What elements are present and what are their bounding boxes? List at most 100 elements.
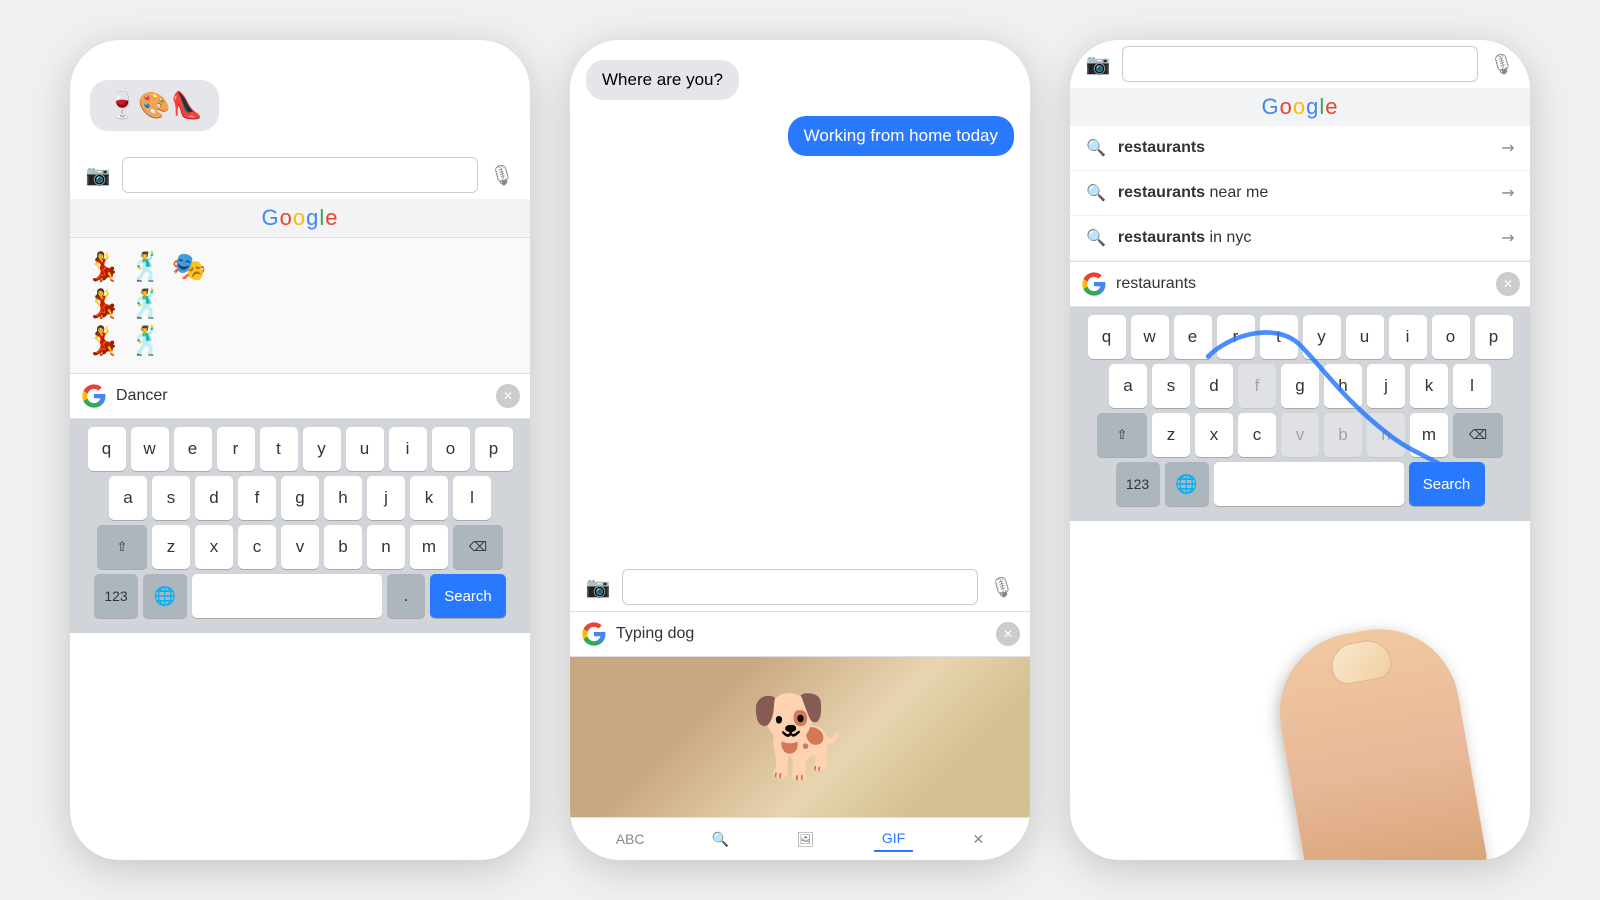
key-o[interactable]: o <box>432 427 470 471</box>
tab-gif[interactable]: GIF <box>874 826 913 852</box>
key-shift[interactable]: ⇧ <box>97 525 147 569</box>
suggestion-2[interactable]: 🔍 restaurants near me ↙ <box>1070 171 1530 216</box>
key-l[interactable]: l <box>453 476 491 520</box>
search-input-1[interactable] <box>122 157 478 193</box>
tab-search[interactable]: 🔍 <box>704 827 737 852</box>
key-v[interactable]: v <box>281 525 319 569</box>
key-j3[interactable]: j <box>1367 364 1405 408</box>
emoji-results: 💃 🕺 🎭 💃 🕺 💃 🕺 <box>70 237 530 373</box>
gif-bottom-bar: ABC 🔍 🖼 GIF ✕ <box>570 817 1030 860</box>
gif-preview: 🐕 <box>570 657 1030 817</box>
microphone-icon-3[interactable]: 🎙 <box>1486 48 1518 80</box>
key-row-a3: a s d f g h j k l <box>1074 364 1526 408</box>
key-y[interactable]: y <box>303 427 341 471</box>
key-d3[interactable]: d <box>1195 364 1233 408</box>
key-row-a: a s d f g h j k l <box>74 476 526 520</box>
tab-images[interactable]: 🖼 <box>789 827 823 852</box>
key-s3[interactable]: s <box>1152 364 1190 408</box>
search-button-3[interactable]: Search <box>1409 462 1485 506</box>
google-g-icon-3 <box>1080 270 1108 298</box>
key-h3[interactable]: h <box>1324 364 1362 408</box>
key-b3[interactable]: b <box>1324 413 1362 457</box>
key-r[interactable]: r <box>217 427 255 471</box>
microphone-icon-2[interactable]: 🎙 <box>986 571 1018 603</box>
key-i[interactable]: i <box>389 427 427 471</box>
key-t3[interactable]: t <box>1260 315 1298 359</box>
key-a3[interactable]: a <box>1109 364 1147 408</box>
key-r3[interactable]: r <box>1217 315 1255 359</box>
key-j[interactable]: j <box>367 476 405 520</box>
key-a[interactable]: a <box>109 476 147 520</box>
suggestion-3[interactable]: 🔍 restaurants in nyc ↙ <box>1070 216 1530 261</box>
key-q3[interactable]: q <box>1088 315 1126 359</box>
key-period[interactable]: . <box>387 574 425 618</box>
key-row-q: q w e r t y u i o p <box>74 427 526 471</box>
key-k3[interactable]: k <box>1410 364 1448 408</box>
key-backspace3[interactable]: ⌫ <box>1453 413 1503 457</box>
key-t[interactable]: t <box>260 427 298 471</box>
key-e[interactable]: e <box>174 427 212 471</box>
key-q[interactable]: q <box>88 427 126 471</box>
finger-nail <box>1328 637 1394 687</box>
key-globe3[interactable]: 🌐 <box>1165 462 1209 506</box>
bubble-sent: Working from home today <box>788 116 1014 156</box>
key-z[interactable]: z <box>152 525 190 569</box>
key-o3[interactable]: o <box>1432 315 1470 359</box>
key-c3[interactable]: c <box>1238 413 1276 457</box>
key-u[interactable]: u <box>346 427 384 471</box>
query-bar-2: Typing dog ✕ <box>570 611 1030 657</box>
key-l3[interactable]: l <box>1453 364 1491 408</box>
key-x[interactable]: x <box>195 525 233 569</box>
microphone-icon[interactable]: 🎙 <box>486 159 518 191</box>
key-u3[interactable]: u <box>1346 315 1384 359</box>
clear-button-3[interactable]: ✕ <box>1496 272 1520 296</box>
camera-icon-3[interactable]: 📷 <box>1082 48 1114 80</box>
key-z3[interactable]: z <box>1152 413 1190 457</box>
search-button-1[interactable]: Search <box>430 574 506 618</box>
key-backspace[interactable]: ⌫ <box>453 525 503 569</box>
key-i3[interactable]: i <box>1389 315 1427 359</box>
key-f[interactable]: f <box>238 476 276 520</box>
key-shift3[interactable]: ⇧ <box>1097 413 1147 457</box>
key-p3[interactable]: p <box>1475 315 1513 359</box>
suggestion-text-2: restaurants near me <box>1118 184 1489 202</box>
key-h[interactable]: h <box>324 476 362 520</box>
key-space3[interactable] <box>1214 462 1404 506</box>
tab-close[interactable]: ✕ <box>965 827 993 852</box>
key-n[interactable]: n <box>367 525 405 569</box>
search-input-3[interactable] <box>1122 46 1478 82</box>
key-e3[interactable]: e <box>1174 315 1212 359</box>
phone2-content: Where are you? Working from home today 📷… <box>570 40 1030 860</box>
key-k[interactable]: k <box>410 476 448 520</box>
key-d[interactable]: d <box>195 476 233 520</box>
suggestion-text-1: restaurants <box>1118 139 1489 157</box>
key-n3[interactable]: n <box>1367 413 1405 457</box>
key-y3[interactable]: y <box>1303 315 1341 359</box>
search-icon-s3: 🔍 <box>1086 228 1106 248</box>
key-123[interactable]: 123 <box>94 574 138 618</box>
key-row-z: ⇧ z x c v b n m ⌫ <box>74 525 526 569</box>
key-m[interactable]: m <box>410 525 448 569</box>
camera-icon[interactable]: 📷 <box>82 159 114 191</box>
clear-button-1[interactable]: ✕ <box>496 384 520 408</box>
tab-abc[interactable]: ABC <box>608 827 653 851</box>
search-input-2[interactable] <box>622 569 978 605</box>
key-m3[interactable]: m <box>1410 413 1448 457</box>
key-globe[interactable]: 🌐 <box>143 574 187 618</box>
camera-icon-2[interactable]: 📷 <box>582 571 614 603</box>
key-v3[interactable]: v <box>1281 413 1319 457</box>
key-w[interactable]: w <box>131 427 169 471</box>
key-f3[interactable]: f <box>1238 364 1276 408</box>
key-x3[interactable]: x <box>1195 413 1233 457</box>
key-c[interactable]: c <box>238 525 276 569</box>
key-g3[interactable]: g <box>1281 364 1319 408</box>
key-space[interactable] <box>192 574 382 618</box>
key-p[interactable]: p <box>475 427 513 471</box>
clear-button-2[interactable]: ✕ <box>996 622 1020 646</box>
suggestion-1[interactable]: 🔍 restaurants ↙ <box>1070 126 1530 171</box>
key-g[interactable]: g <box>281 476 319 520</box>
key-s[interactable]: s <box>152 476 190 520</box>
key-w3[interactable]: w <box>1131 315 1169 359</box>
key-b[interactable]: b <box>324 525 362 569</box>
key-123-3[interactable]: 123 <box>1116 462 1160 506</box>
